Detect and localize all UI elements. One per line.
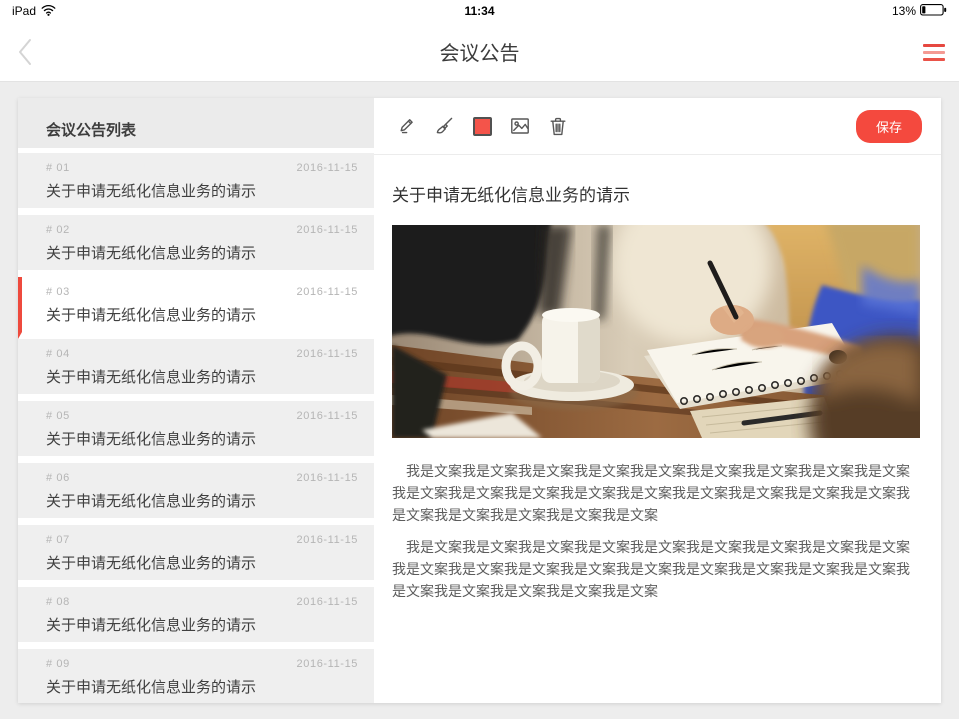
article-paragraph: 我是文案我是文案我是文案我是文案我是文案我是文案我是文案我是文案我是文案我是文案… (392, 536, 921, 602)
announcement-list-item[interactable]: # 01 2016-11-15 关于申请无纸化信息业务的请示 (18, 153, 374, 215)
announcement-sidebar: 会议公告列表 # 01 2016-11-15 关于申请无纸化信息业务的请示 # … (18, 98, 374, 703)
content-panel: 保存 关于申请无纸化信息业务的请示 (374, 98, 941, 703)
announcement-list: # 01 2016-11-15 关于申请无纸化信息业务的请示 # 02 2016… (18, 153, 374, 703)
item-title: 关于申请无纸化信息业务的请示 (46, 428, 358, 449)
nav-bar: 会议公告 (0, 22, 959, 82)
item-number: # 01 (46, 162, 70, 174)
hamburger-menu-icon[interactable] (923, 44, 945, 61)
editor-toolbar: 保存 (374, 98, 941, 155)
article-editor[interactable]: 关于申请无纸化信息业务的请示 (374, 155, 941, 602)
item-number: # 07 (46, 534, 70, 546)
item-date: 2016-11-15 (297, 162, 358, 174)
item-number: # 04 (46, 348, 70, 360)
battery-icon (920, 4, 947, 19)
item-title: 关于申请无纸化信息业务的请示 (46, 490, 358, 511)
item-date: 2016-11-15 (297, 596, 358, 608)
item-number: # 05 (46, 410, 70, 422)
main-card: 会议公告列表 # 01 2016-11-15 关于申请无纸化信息业务的请示 # … (18, 98, 941, 703)
save-button[interactable]: 保存 (856, 110, 922, 143)
item-title: 关于申请无纸化信息业务的请示 (46, 614, 358, 635)
item-title: 关于申请无纸化信息业务的请示 (46, 180, 358, 201)
article-title: 关于申请无纸化信息业务的请示 (392, 181, 921, 206)
announcement-list-item[interactable]: # 03 2016-11-15 关于申请无纸化信息业务的请示 (18, 277, 374, 339)
item-title: 关于申请无纸化信息业务的请示 (46, 304, 358, 325)
item-title: 关于申请无纸化信息业务的请示 (46, 366, 358, 387)
color-swatch[interactable] (471, 115, 493, 137)
announcement-list-item[interactable]: # 06 2016-11-15 关于申请无纸化信息业务的请示 (18, 463, 374, 525)
back-chevron-icon[interactable] (16, 38, 34, 66)
item-date: 2016-11-15 (297, 658, 358, 670)
item-title: 关于申请无纸化信息业务的请示 (46, 242, 358, 263)
announcement-list-item[interactable]: # 04 2016-11-15 关于申请无纸化信息业务的请示 (18, 339, 374, 401)
item-title: 关于申请无纸化信息业务的请示 (46, 676, 358, 697)
article-paragraph: 我是文案我是文案我是文案我是文案我是文案我是文案我是文案我是文案我是文案我是文案… (392, 460, 921, 526)
list-header: 会议公告列表 (18, 98, 374, 153)
item-date: 2016-11-15 (297, 410, 358, 422)
item-date: 2016-11-15 (297, 224, 358, 236)
item-date: 2016-11-15 (297, 286, 358, 298)
status-time: 11:34 (0, 4, 959, 18)
brush-icon[interactable] (433, 115, 455, 137)
page-title: 会议公告 (440, 37, 520, 66)
announcement-list-item[interactable]: # 08 2016-11-15 关于申请无纸化信息业务的请示 (18, 587, 374, 649)
item-date: 2016-11-15 (297, 534, 358, 546)
item-number: # 02 (46, 224, 70, 236)
status-bar: iPad 11:34 13% (0, 0, 959, 22)
item-number: # 08 (46, 596, 70, 608)
announcement-list-item[interactable]: # 02 2016-11-15 关于申请无纸化信息业务的请示 (18, 215, 374, 277)
item-date: 2016-11-15 (297, 472, 358, 484)
announcement-list-item[interactable]: # 07 2016-11-15 关于申请无纸化信息业务的请示 (18, 525, 374, 587)
announcement-list-item[interactable]: # 09 2016-11-15 关于申请无纸化信息业务的请示 (18, 649, 374, 703)
article-photo[interactable] (392, 225, 920, 438)
announcement-list-item[interactable]: # 05 2016-11-15 关于申请无纸化信息业务的请示 (18, 401, 374, 463)
item-date: 2016-11-15 (297, 348, 358, 360)
wifi-icon (41, 4, 56, 19)
carrier-label: iPad (12, 4, 36, 18)
item-number: # 09 (46, 658, 70, 670)
item-number: # 03 (46, 286, 70, 298)
insert-image-icon[interactable] (509, 115, 531, 137)
article-body: 我是文案我是文案我是文案我是文案我是文案我是文案我是文案我是文案我是文案我是文案… (392, 460, 921, 602)
edit-pencil-icon[interactable] (395, 115, 417, 137)
item-title: 关于申请无纸化信息业务的请示 (46, 552, 358, 573)
item-number: # 06 (46, 472, 70, 484)
battery-percent: 13% (892, 4, 916, 18)
trash-icon[interactable] (547, 115, 569, 137)
